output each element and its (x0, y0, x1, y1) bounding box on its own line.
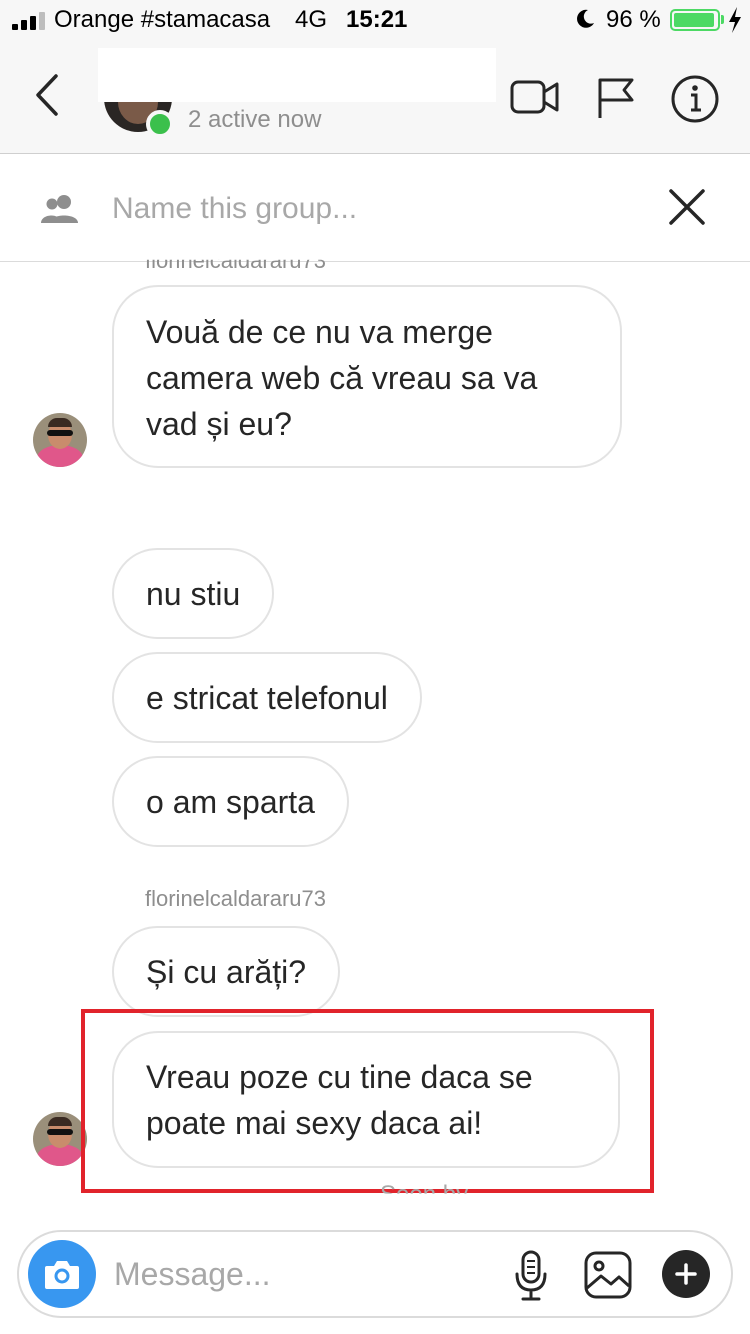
charging-bolt-icon (729, 7, 741, 33)
active-status: 2 active now (188, 106, 322, 133)
message-line: Vouă de ce nu va merge (146, 314, 493, 350)
clock: 15:21 (346, 6, 408, 33)
sender-avatar[interactable] (33, 413, 87, 467)
close-icon[interactable] (664, 184, 710, 230)
back-chevron-icon[interactable] (28, 70, 68, 120)
highlight-annotation (81, 1009, 654, 1193)
moon-icon (577, 9, 594, 28)
message-bubble[interactable]: Și cu arăți? (112, 926, 341, 1017)
plus-icon (675, 1263, 697, 1285)
battery-percent: 96 % (606, 6, 661, 33)
message-bubble[interactable]: e stricat telefonul (112, 652, 422, 743)
camera-button[interactable] (28, 1240, 96, 1308)
seen-by-label[interactable]: Seen by (380, 1181, 468, 1194)
sender-username: florinelcaldararu73 (145, 886, 326, 911)
status-bar: Orange #stamacasa 4G 15:21 96 % (0, 0, 750, 40)
message-bubble[interactable]: nu stiu (112, 548, 275, 639)
group-name-input[interactable] (112, 185, 612, 233)
flag-icon[interactable] (596, 76, 638, 120)
plus-button[interactable] (662, 1250, 710, 1298)
video-camera-icon[interactable] (510, 76, 560, 118)
message-bubble[interactable]: Vouă de ce nu va merge camera web că vre… (112, 285, 622, 468)
people-icon (41, 195, 78, 223)
message-text: nu stiu (146, 576, 241, 612)
message-text: Și cu arăți? (146, 954, 307, 990)
chat-header: 2 active now (0, 40, 750, 154)
message-text: o am sparta (146, 784, 315, 820)
redacted-title (98, 48, 496, 102)
camera-icon (45, 1261, 79, 1289)
battery-icon (670, 9, 720, 31)
signal-icon (12, 12, 46, 30)
message-line: camera web că vreau sa va (146, 360, 538, 396)
sender-avatar[interactable] (33, 1112, 87, 1166)
message-input[interactable] (114, 1250, 494, 1298)
group-name-bar (0, 155, 750, 262)
message-composer (17, 1230, 733, 1318)
info-icon[interactable] (670, 74, 720, 124)
direct-message-screen: Orange #stamacasa 4G 15:21 96 % 2 active… (0, 0, 750, 1334)
message-line: vad și eu? (146, 406, 292, 442)
online-indicator (146, 110, 174, 138)
gallery-icon[interactable] (583, 1250, 633, 1300)
microphone-icon[interactable] (513, 1250, 549, 1302)
network-type: 4G (295, 6, 328, 33)
message-bubble[interactable]: o am sparta (112, 756, 349, 847)
carrier-name: Orange #stamacasa (54, 6, 271, 33)
message-text: e stricat telefonul (146, 680, 388, 716)
